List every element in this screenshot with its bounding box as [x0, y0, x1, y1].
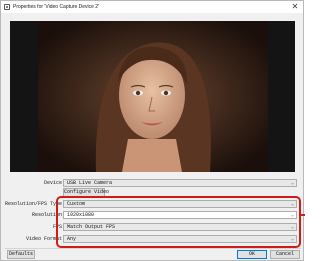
- resolution-label: Resolution: [31, 212, 62, 218]
- highlight-annotation: [56, 196, 301, 248]
- defaults-button[interactable]: Defaults: [7, 250, 35, 259]
- resolution-type-label: Resolution/FPS Type: [4, 201, 62, 207]
- footer-separator: [5, 248, 301, 249]
- video-format-label: Video Format: [25, 236, 62, 242]
- properties-dialog: Properties for 'Video Capture Device 2' …: [0, 0, 305, 261]
- cancel-button[interactable]: Cancel: [270, 250, 300, 259]
- device-label: Device: [43, 180, 62, 186]
- video-preview: [10, 21, 295, 172]
- close-icon[interactable]: ✕: [291, 3, 299, 11]
- device-value: USB Live Camera: [67, 180, 113, 186]
- ok-button[interactable]: OK: [237, 250, 267, 259]
- chevron-down-icon: ⌄: [290, 180, 294, 186]
- device-select[interactable]: USB Live Camera ⌄: [63, 179, 297, 187]
- fps-label: FPS: [52, 224, 62, 230]
- title-bar: Properties for 'Video Capture Device 2' …: [1, 1, 303, 13]
- camera-app-icon: [4, 4, 10, 10]
- annotation-pointer: [300, 214, 305, 216]
- window-title: Properties for 'Video Capture Device 2': [13, 4, 100, 10]
- preview-image: [10, 21, 295, 172]
